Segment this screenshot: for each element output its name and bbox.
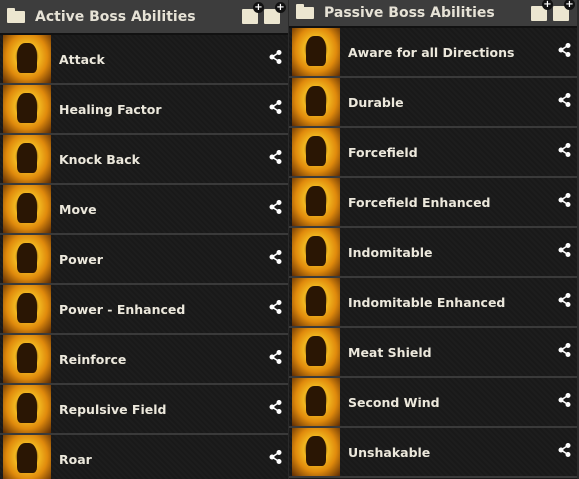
list-item[interactable]: Reinforce <box>0 335 288 385</box>
item-name: Indomitable Enhanced <box>348 294 506 310</box>
list-item[interactable]: Indomitable Enhanced <box>289 278 577 328</box>
item-name: Meat Shield <box>348 344 432 360</box>
list-item[interactable]: Unshakable <box>289 428 577 478</box>
item-name: Knock Back <box>59 151 140 167</box>
add-item-icon[interactable] <box>553 0 575 21</box>
list-item[interactable]: Forcefield Enhanced <box>289 178 577 228</box>
list-item[interactable]: Power - Enhanced <box>0 285 288 335</box>
item-name: Aware for all Directions <box>348 44 515 60</box>
boss-thumbnail <box>292 78 340 126</box>
share-icon[interactable] <box>268 350 282 368</box>
share-icon[interactable] <box>557 293 571 311</box>
list-item[interactable]: Meat Shield <box>289 328 577 378</box>
share-icon[interactable] <box>557 243 571 261</box>
item-name: Roar <box>59 451 92 467</box>
share-icon[interactable] <box>557 443 571 461</box>
share-icon[interactable] <box>268 300 282 318</box>
share-icon[interactable] <box>268 200 282 218</box>
boss-thumbnail <box>292 378 340 426</box>
item-name: Attack <box>59 51 105 67</box>
item-name: Power - Enhanced <box>59 301 186 317</box>
list-item[interactable]: Healing Factor <box>0 85 288 135</box>
boss-thumbnail <box>3 185 51 233</box>
share-icon[interactable] <box>557 43 571 61</box>
panel-header[interactable]: Passive Boss Abilities <box>289 0 577 28</box>
share-icon[interactable] <box>268 250 282 268</box>
share-icon[interactable] <box>557 193 571 211</box>
list-item[interactable]: Roar <box>0 435 288 479</box>
active-boss-abilities-panel: Active Boss Abilities Attack Healing Fact… <box>0 0 288 479</box>
list-item[interactable]: Forcefield <box>289 128 577 178</box>
share-icon[interactable] <box>268 400 282 418</box>
item-name: Forcefield <box>348 144 418 160</box>
boss-thumbnail <box>292 328 340 376</box>
boss-thumbnail <box>292 228 340 276</box>
list-item[interactable]: Durable <box>289 78 577 128</box>
share-icon[interactable] <box>268 150 282 168</box>
item-name: Indomitable <box>348 244 433 260</box>
boss-thumbnail <box>3 385 51 433</box>
item-name: Healing Factor <box>59 101 162 117</box>
boss-thumbnail <box>292 278 340 326</box>
add-folder-icon[interactable] <box>242 2 264 24</box>
boss-thumbnail <box>3 135 51 183</box>
item-name: Move <box>59 201 97 217</box>
passive-boss-abilities-panel: Passive Boss Abilities Aware for all Dir… <box>289 0 577 479</box>
boss-thumbnail <box>3 235 51 283</box>
boss-thumbnail <box>3 85 51 133</box>
share-icon[interactable] <box>557 93 571 111</box>
item-name: Reinforce <box>59 351 127 367</box>
item-name: Power <box>59 251 103 267</box>
item-name: Unshakable <box>348 444 431 460</box>
share-icon[interactable] <box>557 393 571 411</box>
boss-thumbnail <box>292 428 340 476</box>
boss-thumbnail <box>3 285 51 333</box>
list-item[interactable]: Aware for all Directions <box>289 28 577 78</box>
share-icon[interactable] <box>557 143 571 161</box>
add-item-icon[interactable] <box>264 2 286 24</box>
boss-thumbnail <box>292 128 340 176</box>
item-name: Forcefield Enhanced <box>348 194 491 210</box>
list-item[interactable]: Repulsive Field <box>0 385 288 435</box>
item-name: Durable <box>348 94 404 110</box>
folder-open-icon[interactable] <box>7 7 25 23</box>
boss-thumbnail <box>3 35 51 83</box>
panel-title: Active Boss Abilities <box>35 8 196 25</box>
share-icon[interactable] <box>268 100 282 118</box>
list-item[interactable]: Indomitable <box>289 228 577 278</box>
panel-title: Passive Boss Abilities <box>324 5 495 21</box>
share-icon[interactable] <box>268 50 282 68</box>
folder-open-icon[interactable] <box>296 4 314 19</box>
panel-header[interactable]: Active Boss Abilities <box>0 0 288 35</box>
item-name: Second Wind <box>348 394 440 410</box>
boss-thumbnail <box>3 435 51 479</box>
list-item[interactable]: Attack <box>0 35 288 85</box>
list-item[interactable]: Second Wind <box>289 378 577 428</box>
item-name: Repulsive Field <box>59 401 167 417</box>
share-icon[interactable] <box>557 343 571 361</box>
boss-thumbnail <box>292 28 340 76</box>
boss-thumbnail <box>3 335 51 383</box>
list-item[interactable]: Power <box>0 235 288 285</box>
boss-thumbnail <box>292 178 340 226</box>
add-folder-icon[interactable] <box>531 0 553 21</box>
list-item[interactable]: Knock Back <box>0 135 288 185</box>
share-icon[interactable] <box>268 450 282 468</box>
list-item[interactable]: Move <box>0 185 288 235</box>
